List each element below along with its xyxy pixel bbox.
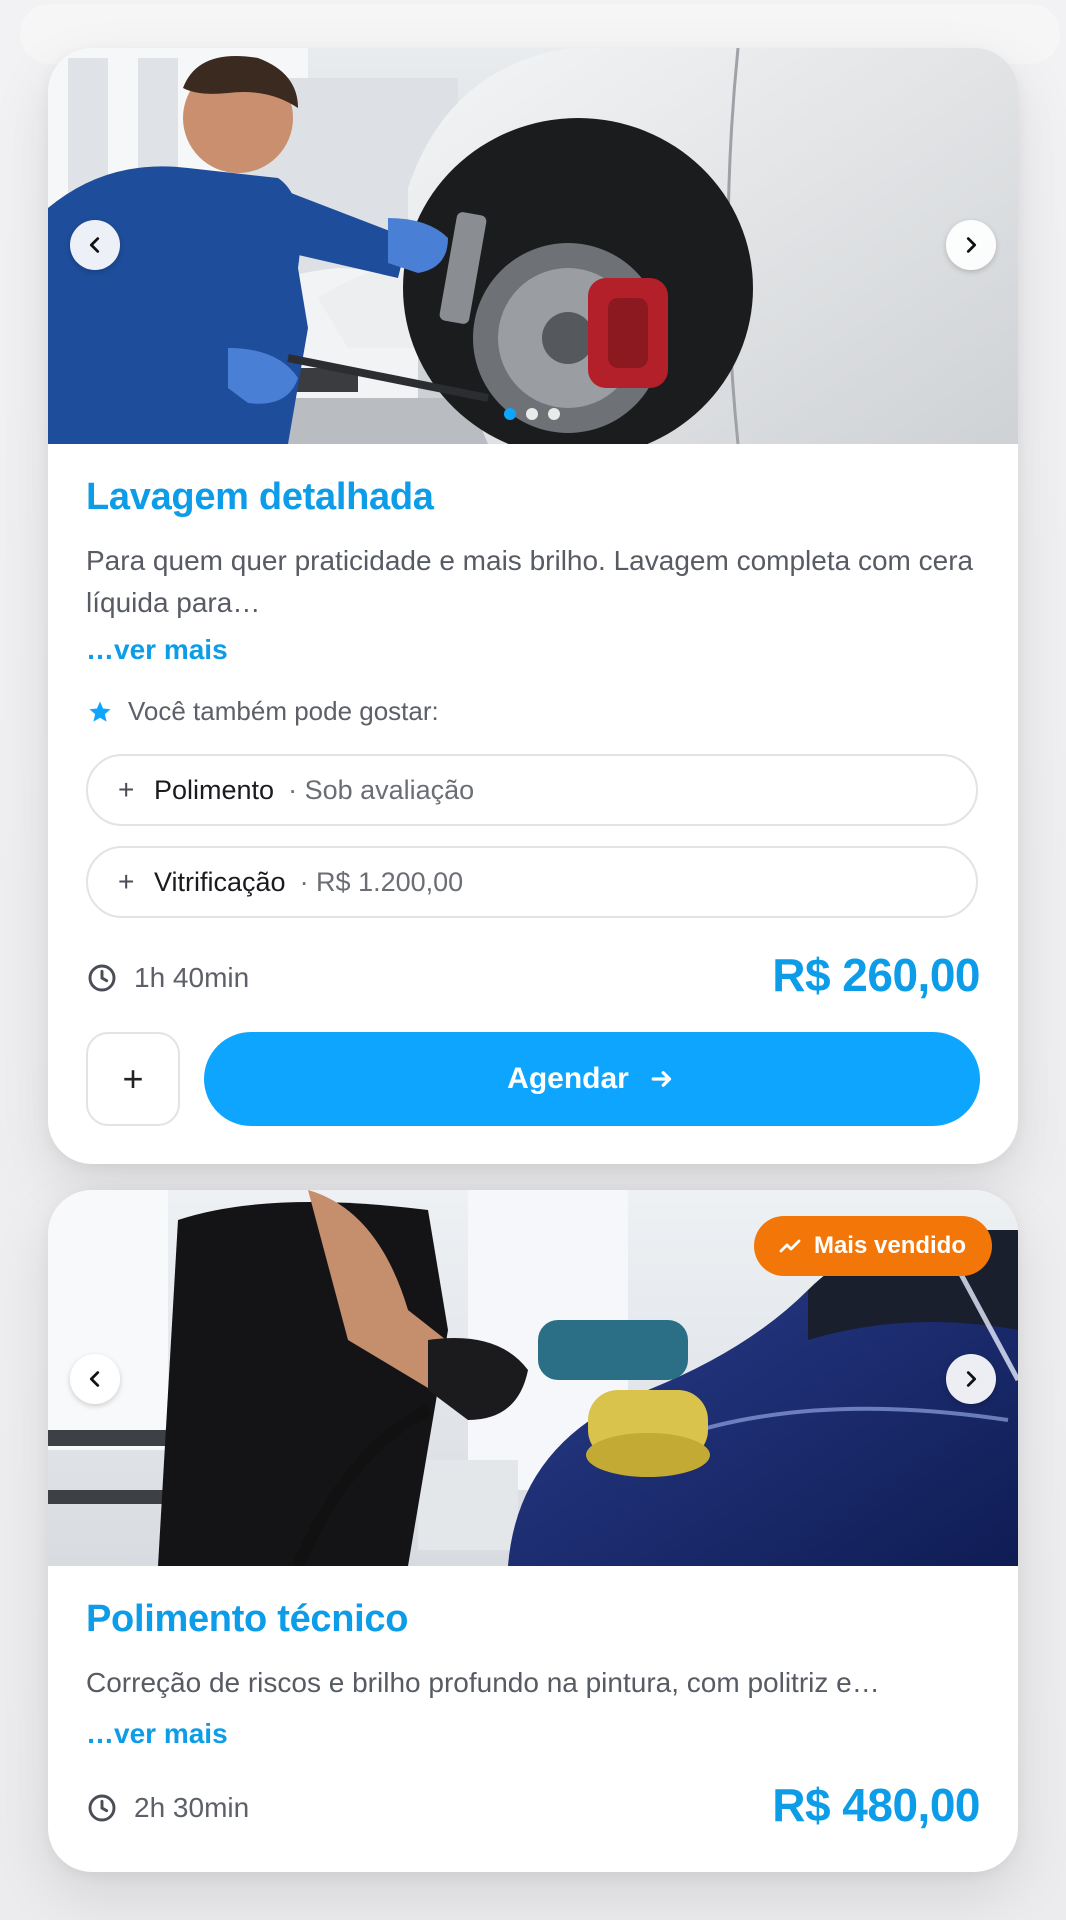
chevron-left-icon xyxy=(89,1371,100,1387)
carousel-prev-button[interactable] xyxy=(70,220,120,270)
suggestions-header: Você também pode gostar: xyxy=(86,696,439,727)
carousel-dot[interactable] xyxy=(548,408,560,420)
carousel-dot[interactable] xyxy=(526,408,538,420)
plus-icon: + xyxy=(118,774,135,805)
carousel-dot[interactable] xyxy=(504,408,516,420)
suggestion-name: Polimento xyxy=(154,774,275,805)
suggestion-price: · R$ 1.200,00 xyxy=(299,866,464,897)
arrow-right-icon xyxy=(651,1071,671,1087)
badge-label: Mais vendido xyxy=(813,1232,966,1259)
service-duration: 2h 30min xyxy=(86,1792,249,1824)
service-description: Para quem quer praticidade e mais brilho… xyxy=(86,545,974,618)
carousel-prev-button[interactable] xyxy=(70,1354,120,1404)
service-price: R$ 260,00 xyxy=(772,949,980,1001)
suggestions-label: Você também pode gostar: xyxy=(128,696,439,726)
plus-icon: + xyxy=(118,866,135,897)
service-title: Polimento técnico xyxy=(86,1598,409,1640)
star-icon xyxy=(89,701,111,722)
see-more-link[interactable]: …ver mais xyxy=(86,1718,228,1750)
book-button-label: Agendar xyxy=(507,1062,629,1095)
chevron-right-icon xyxy=(966,1371,977,1387)
carousel-next-button[interactable] xyxy=(946,1354,996,1404)
add-to-cart-button[interactable]: + xyxy=(86,1032,180,1126)
carousel-next-button[interactable] xyxy=(946,220,996,270)
service-title: Lavagem detalhada xyxy=(86,476,434,518)
duration-text: 2h 30min xyxy=(134,1792,250,1823)
service-description: Correção de riscos e brilho profundo na … xyxy=(86,1667,880,1698)
trending-up-icon xyxy=(779,1239,801,1253)
suggestion-name: Vitrificação xyxy=(154,866,286,897)
chevron-right-icon xyxy=(966,237,977,253)
book-button[interactable]: Agendar xyxy=(204,1032,980,1126)
clock-icon xyxy=(88,1794,116,1822)
see-more-link[interactable]: …ver mais xyxy=(86,634,228,666)
duration-text: 1h 40min xyxy=(134,962,250,993)
suggestion-price: · Sob avaliação xyxy=(288,774,475,805)
chevron-left-icon xyxy=(89,237,100,253)
service-card-lavagem: Lavagem detalhada Para quem quer pratici… xyxy=(48,48,1018,1164)
service-photo xyxy=(48,48,1018,444)
service-photo: Mais vendido xyxy=(48,1190,1018,1566)
service-card-polimento: Mais vendido Polimento técnico Correção … xyxy=(48,1190,1018,1872)
clock-icon xyxy=(88,964,116,992)
suggestion-polimento[interactable]: + Polimento · Sob avaliação xyxy=(86,754,978,826)
service-price: R$ 480,00 xyxy=(772,1779,980,1831)
suggestion-vitrificacao[interactable]: + Vitrificação · R$ 1.200,00 xyxy=(86,846,978,918)
bestseller-badge: Mais vendido xyxy=(753,1216,992,1276)
carousel-dots xyxy=(504,408,560,420)
service-duration: 1h 40min xyxy=(86,962,249,994)
